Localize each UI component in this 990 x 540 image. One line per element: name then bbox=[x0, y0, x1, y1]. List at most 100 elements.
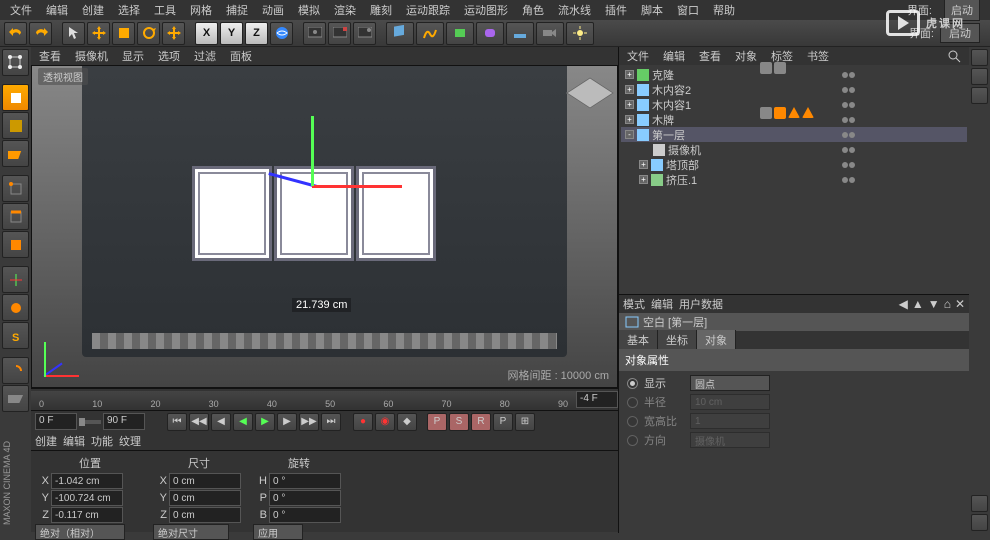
visibility-dot[interactable] bbox=[849, 87, 855, 93]
end-frame-field[interactable]: 90 F bbox=[103, 413, 145, 430]
menu-创建[interactable]: 创建 bbox=[76, 0, 110, 20]
viewport-3d[interactable]: ↖ 21.739 cm 网格间距 : 10000 cm bbox=[31, 65, 618, 388]
display-dropdown[interactable]: 圆点 bbox=[690, 375, 770, 391]
apply-button[interactable]: 应用 bbox=[253, 524, 303, 540]
key-pla-button[interactable]: ⊞ bbox=[515, 413, 535, 431]
dock-button-4[interactable] bbox=[971, 495, 988, 512]
axis-x-toggle[interactable]: X bbox=[195, 22, 218, 45]
expander-icon[interactable]: + bbox=[625, 100, 634, 109]
soft-selection-button[interactable] bbox=[2, 357, 29, 384]
expander-icon[interactable]: + bbox=[639, 175, 648, 184]
expander-icon[interactable]: + bbox=[639, 160, 648, 169]
tree-item-挤压.1[interactable]: +挤压.1 bbox=[621, 172, 967, 187]
pos-z-input[interactable] bbox=[51, 507, 123, 523]
make-editable-button[interactable] bbox=[2, 49, 29, 76]
next-frame-button[interactable]: ▶ bbox=[277, 413, 297, 431]
menu-网格[interactable]: 网格 bbox=[184, 0, 218, 20]
model-mode-button[interactable] bbox=[2, 84, 29, 111]
attrmenu-模式[interactable]: 模式 bbox=[623, 296, 645, 312]
visibility-dot[interactable] bbox=[842, 117, 848, 123]
vpmenu-面板[interactable]: 面板 bbox=[226, 47, 256, 65]
timeline-ruler[interactable]: 0102030405060708090 -4 F bbox=[31, 388, 618, 410]
objmenu-文件[interactable]: 文件 bbox=[623, 47, 653, 65]
menu-选择[interactable]: 选择 bbox=[112, 0, 146, 20]
search-icon[interactable] bbox=[943, 48, 965, 64]
objmenu-编辑[interactable]: 编辑 bbox=[659, 47, 689, 65]
polygon-mode-button[interactable] bbox=[2, 231, 29, 258]
visibility-dot[interactable] bbox=[849, 147, 855, 153]
key-param-button[interactable]: P bbox=[493, 413, 513, 431]
menu-运动图形[interactable]: 运动图形 bbox=[458, 0, 514, 20]
select-tool[interactable] bbox=[62, 22, 85, 45]
goto-start-button[interactable]: ⏮ bbox=[167, 413, 187, 431]
tab-object[interactable]: 对象 bbox=[697, 330, 736, 350]
play-backward-button[interactable]: ◀ bbox=[233, 413, 253, 431]
coord-system-toggle[interactable] bbox=[270, 22, 293, 45]
point-mode-button[interactable] bbox=[2, 175, 29, 202]
tag-icon[interactable] bbox=[774, 65, 786, 74]
workplane-snap-button[interactable] bbox=[2, 385, 29, 412]
goto-prev-key-button[interactable]: ◀◀ bbox=[189, 413, 209, 431]
attr-nav-0[interactable]: ◀ bbox=[899, 297, 908, 311]
tag-icon[interactable] bbox=[788, 107, 800, 118]
play-forward-button[interactable]: ▶ bbox=[255, 413, 275, 431]
expander-icon[interactable]: - bbox=[625, 130, 634, 139]
size-mode-dropdown[interactable]: 绝对尺寸 bbox=[153, 524, 229, 540]
add-environment-button[interactable] bbox=[506, 22, 534, 45]
menu-插件[interactable]: 插件 bbox=[599, 0, 633, 20]
visibility-dot[interactable] bbox=[849, 102, 855, 108]
visibility-dot[interactable] bbox=[842, 72, 848, 78]
menu-角色[interactable]: 角色 bbox=[516, 0, 550, 20]
tree-item-塔顶部[interactable]: +塔顶部 bbox=[621, 157, 967, 172]
visibility-dot[interactable] bbox=[842, 132, 848, 138]
tag-icon[interactable] bbox=[760, 107, 772, 119]
range-slider-icon[interactable] bbox=[79, 415, 101, 429]
visibility-dot[interactable] bbox=[849, 162, 855, 168]
keyframe-sel-button[interactable]: ◆ bbox=[397, 413, 417, 431]
prev-frame-button[interactable]: ◀ bbox=[211, 413, 231, 431]
add-primitive-button[interactable] bbox=[386, 22, 414, 45]
tab-basic[interactable]: 基本 bbox=[619, 330, 658, 350]
enable-axis-button[interactable] bbox=[2, 266, 29, 293]
add-light-button[interactable] bbox=[566, 22, 594, 45]
visibility-dot[interactable] bbox=[842, 177, 848, 183]
size-x-input[interactable] bbox=[169, 473, 241, 489]
render-view-button[interactable] bbox=[303, 22, 326, 45]
vpmenu-摄像机[interactable]: 摄像机 bbox=[71, 47, 112, 65]
autokey-button[interactable]: ◉ bbox=[375, 413, 395, 431]
attrmenu-用户数据[interactable]: 用户数据 bbox=[679, 296, 723, 312]
matmenu-纹理[interactable]: 纹理 bbox=[119, 433, 141, 449]
key-pos-button[interactable]: P bbox=[427, 413, 447, 431]
expander-icon[interactable]: + bbox=[625, 115, 634, 124]
menu-渲染[interactable]: 渲染 bbox=[328, 0, 362, 20]
vpmenu-选项[interactable]: 选项 bbox=[154, 47, 184, 65]
size-y-input[interactable] bbox=[169, 490, 241, 506]
move-tool[interactable] bbox=[87, 22, 110, 45]
attr-nav-3[interactable]: ⌂ bbox=[944, 297, 951, 311]
view-cube[interactable] bbox=[569, 72, 611, 114]
edge-mode-button[interactable] bbox=[2, 203, 29, 230]
start-frame-field[interactable]: 0 F bbox=[35, 413, 77, 430]
visibility-dot[interactable] bbox=[849, 132, 855, 138]
key-rot-button[interactable]: R bbox=[471, 413, 491, 431]
vpmenu-过滤[interactable]: 过滤 bbox=[190, 47, 220, 65]
add-camera-button[interactable] bbox=[536, 22, 564, 45]
matmenu-创建[interactable]: 创建 bbox=[35, 433, 57, 449]
objmenu-对象[interactable]: 对象 bbox=[731, 47, 761, 65]
menu-帮助[interactable]: 帮助 bbox=[707, 0, 741, 20]
menu-动画[interactable]: 动画 bbox=[256, 0, 290, 20]
menu-编辑[interactable]: 编辑 bbox=[40, 0, 74, 20]
axis-y-toggle[interactable]: Y bbox=[220, 22, 243, 45]
attr-nav-1[interactable]: ▲ bbox=[912, 297, 924, 311]
tree-item-木内容2[interactable]: +木内容2 bbox=[621, 82, 967, 97]
menu-窗口[interactable]: 窗口 bbox=[671, 0, 705, 20]
attr-nav-4[interactable]: ✕ bbox=[955, 297, 965, 311]
viewport-solo-button[interactable] bbox=[2, 294, 29, 321]
menu-工具[interactable]: 工具 bbox=[148, 0, 182, 20]
scale-tool[interactable] bbox=[112, 22, 135, 45]
vpmenu-查看[interactable]: 查看 bbox=[35, 47, 65, 65]
vpmenu-显示[interactable]: 显示 bbox=[118, 47, 148, 65]
dock-button-1[interactable] bbox=[971, 49, 988, 66]
goto-next-key-button[interactable]: ▶▶ bbox=[299, 413, 319, 431]
pos-x-input[interactable] bbox=[51, 473, 123, 489]
